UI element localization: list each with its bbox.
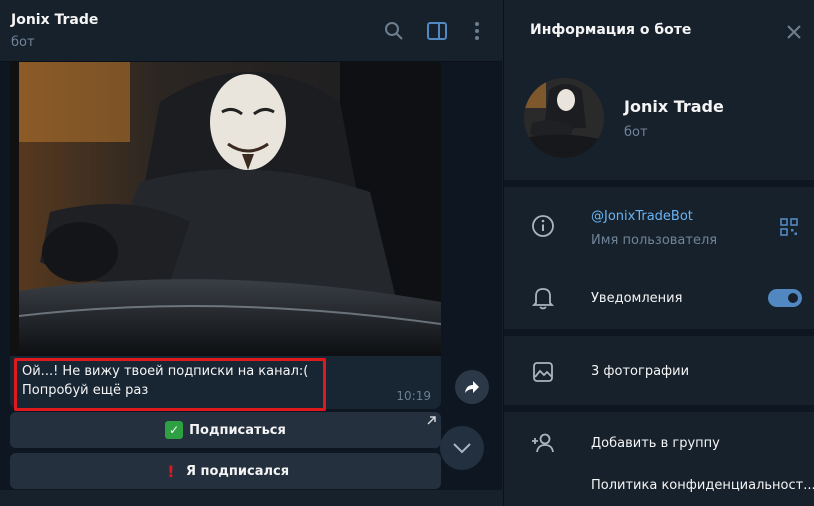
share-icon[interactable] <box>455 370 489 404</box>
message-bubble[interactable]: Ой...! Не вижу твоей подписки на канал:(… <box>10 356 441 409</box>
add-user-icon <box>530 430 556 456</box>
chat-header: Jonix Trade бот <box>0 0 502 62</box>
chat-title[interactable]: Jonix Trade <box>11 12 98 28</box>
bot-info-panel: Информация о боте Jonix Trade бот @Jonix… <box>503 0 814 506</box>
section-divider <box>504 405 814 412</box>
avatar[interactable] <box>524 78 604 158</box>
more-vertical-icon[interactable] <box>465 19 489 43</box>
image-icon <box>530 359 556 385</box>
photos-link[interactable]: 3 фотографии <box>591 364 689 379</box>
subscribed-button-label: Я подписался <box>185 463 290 479</box>
close-icon[interactable] <box>784 22 804 42</box>
subscribed-button[interactable]: ! Я подписался <box>10 453 441 489</box>
scroll-down-button[interactable] <box>440 426 484 470</box>
subscribe-button[interactable]: ✓ Подписаться <box>10 412 441 448</box>
section-divider <box>504 329 814 336</box>
bot-subtitle: бот <box>624 125 648 140</box>
message-composer[interactable] <box>0 490 502 506</box>
message-photo[interactable] <box>10 62 441 356</box>
toggle-knob <box>786 291 800 305</box>
bot-name: Jonix Trade <box>624 97 724 116</box>
add-to-group-button[interactable]: Добавить в группу <box>591 436 720 451</box>
username-label: Имя пользователя <box>591 233 718 248</box>
sidebar-toggle-icon[interactable] <box>425 19 449 43</box>
notifications-label: Уведомления <box>591 291 683 306</box>
subscribe-button-label: Подписаться <box>189 422 286 438</box>
chevron-down-icon <box>453 443 471 454</box>
notifications-toggle[interactable] <box>768 289 802 307</box>
privacy-policy-link[interactable]: Политика конфиденциальност... <box>591 478 814 493</box>
message-time: 10:19 <box>396 389 431 403</box>
bell-icon <box>530 285 556 311</box>
link-arrow-icon <box>427 416 436 425</box>
message-text: Ой...! Не вижу твоей подписки на канал:(… <box>22 364 309 398</box>
info-panel-title: Информация о боте <box>530 22 692 38</box>
info-icon <box>530 213 556 239</box>
exclamation-icon: ! <box>167 461 175 481</box>
search-icon[interactable] <box>382 19 406 43</box>
qr-code-icon[interactable] <box>780 218 798 236</box>
chat-pane: Jonix Trade бот Ой...! Не вижу твоей под… <box>0 0 502 506</box>
check-mark-icon: ✓ <box>165 421 184 439</box>
bot-username[interactable]: @JonixTradeBot <box>591 209 693 224</box>
telegram-window: Jonix Trade бот Ой...! Не вижу твоей под… <box>0 0 814 506</box>
section-divider <box>504 180 814 187</box>
chat-status: бот <box>11 35 35 50</box>
